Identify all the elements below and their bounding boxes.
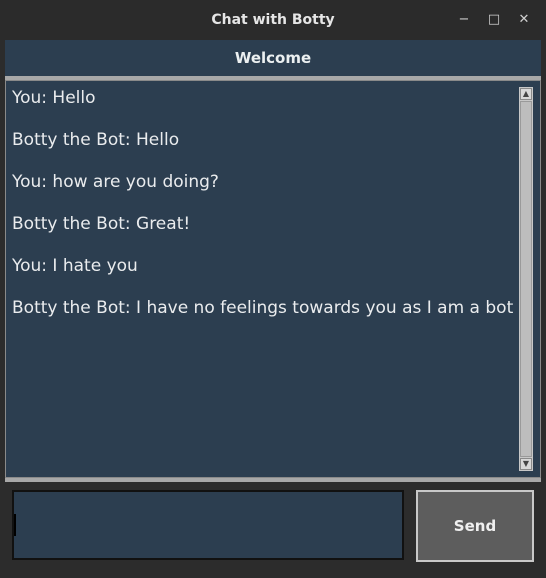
maximize-icon[interactable]: □ xyxy=(484,10,504,30)
welcome-header: Welcome xyxy=(5,40,541,76)
scroll-down-icon[interactable]: ▼ xyxy=(520,458,532,470)
chat-message: Botty the Bot: I have no feelings toward… xyxy=(12,298,514,318)
send-button[interactable]: Send xyxy=(416,490,534,562)
title-bar[interactable]: Chat with Botty − □ ✕ xyxy=(0,0,546,40)
chat-scrollbar[interactable]: ▲ ▼ xyxy=(519,87,533,471)
scroll-up-icon[interactable]: ▲ xyxy=(520,88,532,100)
input-panel: Send xyxy=(5,482,541,572)
message-input[interactable] xyxy=(12,490,404,560)
scrollbar-thumb[interactable] xyxy=(520,101,532,457)
chat-message: You: how are you doing? xyxy=(12,172,219,192)
close-icon[interactable]: ✕ xyxy=(514,10,534,30)
minimize-icon[interactable]: − xyxy=(454,10,474,30)
chat-message: Botty the Bot: Hello xyxy=(12,130,180,150)
chat-message: You: Hello xyxy=(12,88,96,108)
chat-message: Botty the Bot: Great! xyxy=(12,214,191,234)
chat-log-area[interactable]: You: Hello Botty the Bot: Hello You: how… xyxy=(5,80,541,478)
chat-message: You: I hate you xyxy=(12,256,138,276)
chat-window: Chat with Botty − □ ✕ Welcome You: Hello… xyxy=(0,0,546,578)
text-cursor xyxy=(14,514,16,536)
chat-message-list: You: Hello Botty the Bot: Hello You: how… xyxy=(12,86,514,338)
